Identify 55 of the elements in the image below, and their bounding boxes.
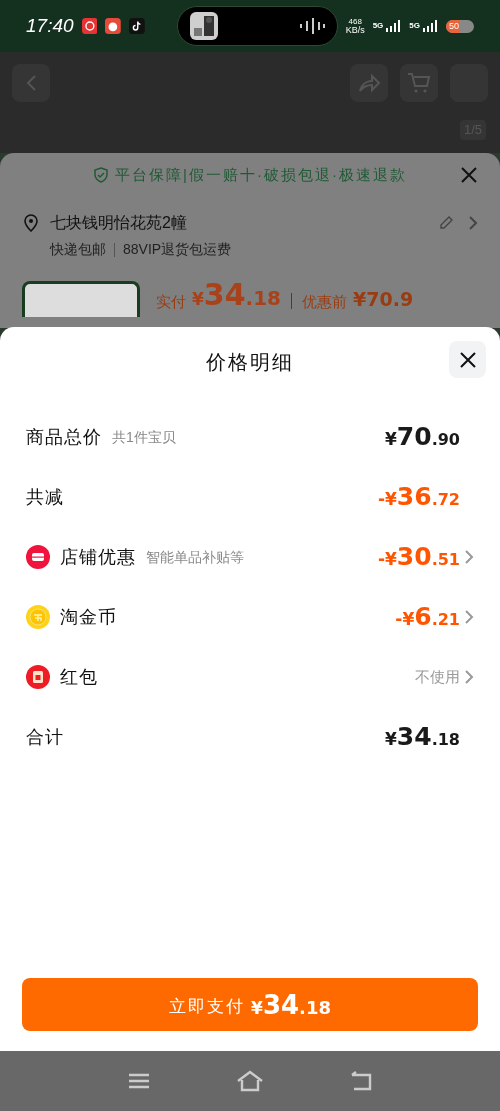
- guarantee-text: 平台保障|假一赔十·破损包退·极速退款: [115, 164, 407, 185]
- paid-label: 实付: [156, 291, 186, 312]
- shipping-note: 88VIP退货包运费: [123, 240, 232, 259]
- network-speed: 468: [348, 17, 362, 26]
- back-icon[interactable]: [350, 1071, 372, 1091]
- row-note: 共1件宝贝: [112, 427, 176, 447]
- close-button[interactable]: [449, 341, 486, 378]
- shipping-text: 快递包邮: [50, 240, 106, 259]
- chevron-right-icon: [468, 215, 478, 231]
- waveform-icon: [298, 18, 325, 34]
- cart-icon: [407, 72, 431, 94]
- app-icon: [105, 17, 122, 35]
- row-label: 淘金币: [60, 605, 117, 629]
- pay-button[interactable]: 立即支付 ¥34.18: [22, 978, 478, 1031]
- envelope-icon: [26, 665, 50, 689]
- row-amount: ¥34.18: [385, 721, 460, 754]
- speed-unit: KB/s: [345, 25, 365, 35]
- app-icon: [129, 17, 145, 35]
- before-price: ¥70.9: [353, 286, 414, 312]
- status-time: 17:40: [26, 13, 74, 38]
- row-amount: -¥36.72: [377, 481, 460, 514]
- signal-icon: [422, 20, 438, 32]
- row-label: 店铺优惠: [60, 545, 136, 569]
- before-label: 优惠前: [302, 291, 348, 312]
- row-amount: -¥6.21: [395, 601, 460, 634]
- close-icon[interactable]: [460, 166, 478, 184]
- share-icon: [357, 73, 381, 93]
- row-label: 商品总价: [26, 425, 102, 449]
- share-button[interactable]: [350, 64, 388, 102]
- app-icon: [81, 17, 98, 35]
- back-icon: [25, 74, 37, 92]
- shop-icon: [26, 545, 50, 569]
- row-label: 合计: [26, 725, 64, 749]
- cart-button[interactable]: [400, 64, 438, 102]
- edit-icon[interactable]: [438, 215, 454, 231]
- row-amount: ¥70.90: [385, 421, 460, 454]
- back-button[interactable]: [12, 64, 50, 102]
- row-label: 共减: [26, 485, 64, 509]
- close-icon: [459, 351, 476, 368]
- row-label: 红包: [60, 665, 98, 689]
- menu-icon[interactable]: [128, 1072, 150, 1090]
- row-note: 智能单品补贴等: [146, 547, 244, 567]
- home-icon[interactable]: [236, 1070, 264, 1092]
- network-type: 5G: [372, 20, 384, 32]
- location-icon: [22, 214, 40, 232]
- address-text: 七块钱明怡花苑2幢: [50, 213, 187, 233]
- signal-icon: [385, 20, 402, 32]
- shield-icon: [93, 167, 110, 183]
- coin-icon: [26, 605, 50, 629]
- paid-amount: ¥34.18: [192, 280, 282, 313]
- sheet-title: 价格明细: [206, 350, 294, 375]
- battery-indicator: 50: [446, 19, 474, 33]
- row-value: 不使用: [415, 666, 460, 687]
- network-type: 5G: [409, 20, 420, 32]
- row-amount: -¥30.51: [377, 541, 460, 574]
